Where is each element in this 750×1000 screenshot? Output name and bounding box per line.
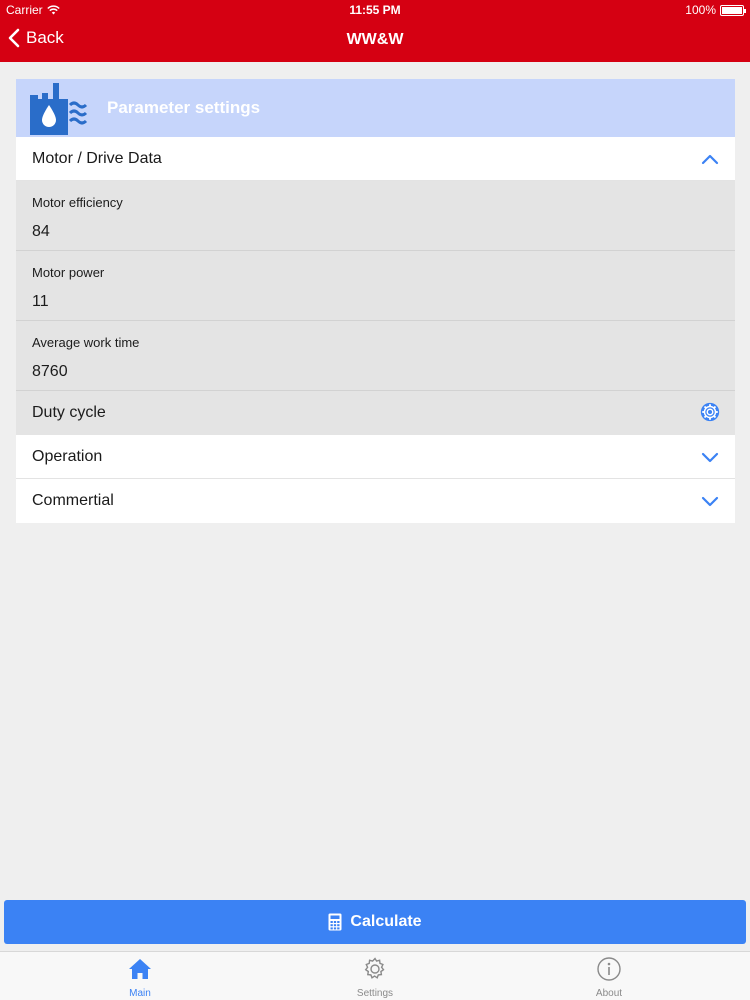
tab-bar: Main Settings About xyxy=(0,951,750,1000)
tab-about[interactable]: About xyxy=(569,956,649,999)
field-label: Motor efficiency xyxy=(32,195,123,210)
panel-header: Parameter settings xyxy=(16,79,735,137)
info-icon xyxy=(597,957,621,981)
average-work-time-input[interactable]: 8760 xyxy=(32,363,68,381)
field-label: Motor power xyxy=(32,265,105,280)
tab-label: About xyxy=(595,988,623,999)
motor-efficiency-input[interactable]: 84 xyxy=(32,223,50,241)
motor-power-input[interactable]: 11 xyxy=(32,293,49,311)
section-label: Commertial xyxy=(32,492,114,509)
chevron-down-icon xyxy=(701,452,719,463)
home-icon xyxy=(129,959,151,979)
panel-title: Parameter settings xyxy=(107,98,261,117)
status-time: 11:55 PM xyxy=(349,3,401,17)
section-operation[interactable]: Operation xyxy=(16,435,735,479)
section-motor-drive-data[interactable]: Motor / Drive Data xyxy=(16,137,735,181)
water-plant-logo-icon xyxy=(30,83,88,135)
battery-icon xyxy=(720,4,746,16)
page-title: WW&W xyxy=(346,31,404,48)
section-commertial[interactable]: Commertial xyxy=(16,479,735,523)
field-label: Average work time xyxy=(32,335,140,350)
tab-label: Settings xyxy=(356,988,394,999)
duty-cycle-label: Duty cycle xyxy=(32,404,106,421)
calculate-button[interactable]: Calculate xyxy=(4,900,746,944)
field-average-work-time: Average work time 8760 xyxy=(16,321,735,391)
app-header: Carrier 11:55 PM 100% Back WW&W xyxy=(0,0,750,62)
chevron-down-icon xyxy=(701,496,719,507)
battery-label: 100% xyxy=(685,3,716,17)
gear-icon[interactable] xyxy=(699,401,721,423)
parameter-panel: Parameter settings Motor / Drive Data Mo… xyxy=(16,79,735,523)
status-bar: Carrier 11:55 PM 100% xyxy=(0,0,750,20)
tab-settings[interactable]: Settings xyxy=(335,956,415,999)
duty-cycle-row[interactable]: Duty cycle xyxy=(16,391,735,435)
section-label: Motor / Drive Data xyxy=(32,150,162,167)
calculator-icon xyxy=(328,913,342,931)
tab-label: Main xyxy=(129,988,151,999)
tab-main[interactable]: Main xyxy=(100,956,180,999)
field-motor-power: Motor power 11 xyxy=(16,251,735,321)
gear-icon xyxy=(364,957,385,979)
chevron-up-icon xyxy=(701,154,719,165)
field-motor-efficiency: Motor efficiency 84 xyxy=(16,181,735,251)
battery: 100% xyxy=(685,3,746,17)
nav-bar: Back WW&W xyxy=(0,20,750,62)
calculate-label: Calculate xyxy=(350,913,422,930)
section-label: Operation xyxy=(32,448,103,465)
